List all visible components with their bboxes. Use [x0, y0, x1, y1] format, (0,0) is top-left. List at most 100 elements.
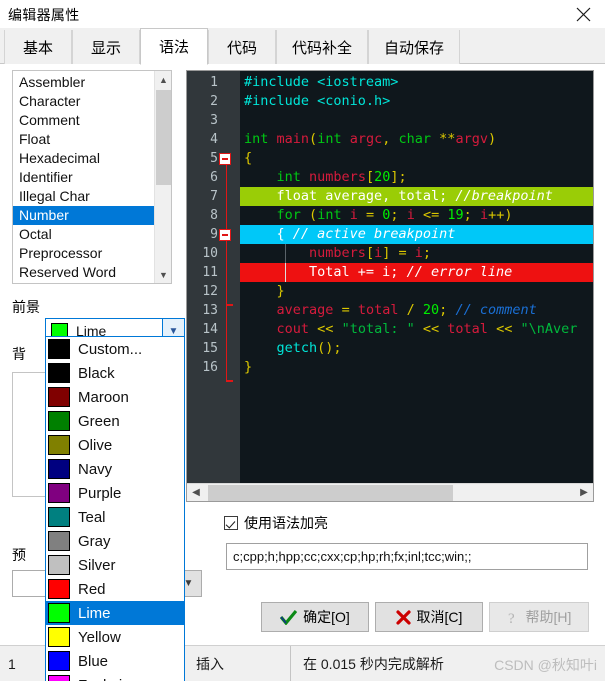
dropdown-item-red[interactable]: Red: [46, 577, 184, 601]
color-swatch-icon: [48, 627, 70, 647]
code-line-10: numbers[i] = i;: [240, 244, 593, 263]
scroll-down-icon[interactable]: ▼: [155, 266, 171, 283]
tab-autosave[interactable]: 自动保存: [368, 30, 460, 64]
dropdown-item-lime-selected[interactable]: Lime: [46, 601, 184, 625]
background-label: 背: [12, 346, 26, 362]
dropdown-item-blue[interactable]: Blue: [46, 649, 184, 673]
list-item[interactable]: Reserved Word: [13, 263, 155, 282]
list-item[interactable]: Octal: [13, 225, 155, 244]
dropdown-item-custom[interactable]: Custom...: [46, 337, 184, 361]
code-preview-editor[interactable]: 1 2 3 4 5 6 7 8 9 10 11 12 13 14 15 16 #…: [186, 70, 594, 502]
code-text-area[interactable]: #include <iostream> #include <conio.h> i…: [240, 71, 593, 483]
code-line-6: int numbers[20];: [276, 169, 407, 185]
cross-icon: [395, 609, 411, 625]
scrollbar-thumb[interactable]: [208, 484, 453, 501]
tab-basic[interactable]: 基本: [4, 30, 72, 64]
gutter-line: 12: [202, 284, 218, 299]
status-line-number: 1: [8, 655, 16, 672]
window-title: 编辑器属性: [8, 7, 80, 23]
dropdown-item-navy[interactable]: Navy: [46, 457, 184, 481]
list-item-selected[interactable]: Number: [13, 206, 155, 225]
list-item[interactable]: Identifier: [13, 168, 155, 187]
use-syntax-highlight-checkbox[interactable]: 使用语法加亮: [224, 513, 328, 533]
gutter-line: 9: [187, 225, 240, 244]
fold-collapse-icon[interactable]: [219, 229, 231, 241]
dropdown-item-silver[interactable]: Silver: [46, 553, 184, 577]
list-item[interactable]: Preprocessor: [13, 244, 155, 263]
dropdown-item-green[interactable]: Green: [46, 409, 184, 433]
scrollbar-thumb[interactable]: [156, 90, 171, 185]
dropdown-item-label: Green: [78, 412, 120, 430]
gutter-line: 16: [202, 360, 218, 375]
color-swatch-icon: [48, 363, 70, 383]
chevron-left-icon[interactable]: ◀: [187, 484, 205, 502]
scrollbar-track[interactable]: [205, 484, 575, 502]
tab-syntax[interactable]: 语法: [140, 28, 208, 65]
dropdown-item-purple[interactable]: Purple: [46, 481, 184, 505]
code-line-2: #include <conio.h>: [244, 93, 391, 109]
color-swatch-icon: [48, 603, 70, 623]
dropdown-item-maroon[interactable]: Maroon: [46, 385, 184, 409]
list-item[interactable]: Assembler: [13, 73, 155, 92]
code-line-4: int main(int argc, char **argv): [244, 131, 497, 147]
dropdown-item-label: Purple: [78, 484, 122, 502]
dropdown-item-label: Olive: [78, 436, 113, 454]
code-line-12: }: [276, 283, 285, 299]
color-dropdown-list[interactable]: Custom... Black Maroon Green Olive Navy …: [45, 336, 185, 681]
dropdown-item-fuchsia[interactable]: Fuchsia: [46, 673, 184, 681]
tab-display[interactable]: 显示: [72, 30, 140, 64]
dropdown-item-label: Gray: [78, 532, 111, 550]
scroll-up-icon[interactable]: ▲: [155, 71, 171, 88]
color-swatch-icon: [48, 459, 70, 479]
dropdown-item-label: Lime: [78, 604, 111, 622]
file-extensions-input[interactable]: c;cpp;h;hpp;cc;cxx;cp;hp;rh;fx;inl;tcc;w…: [226, 543, 588, 570]
cancel-button[interactable]: 取消[C]: [375, 602, 483, 632]
code-line-8: for (int i = 0; i <= 19; i++): [276, 207, 513, 223]
color-swatch-icon: [48, 435, 70, 455]
code-line-9-active-breakpoint: { // active breakpoint: [240, 225, 593, 244]
close-button[interactable]: [561, 0, 605, 28]
dropdown-item-gray[interactable]: Gray: [46, 529, 184, 553]
tab-completion[interactable]: 代码补全: [276, 30, 368, 64]
gutter-line: 10: [202, 246, 218, 261]
gutter-line: 13: [202, 303, 218, 318]
ok-button[interactable]: 确定[O]: [261, 602, 369, 632]
color-swatch-icon: [48, 483, 70, 503]
question-icon: ?: [507, 610, 520, 625]
gutter-line: 3: [210, 113, 218, 128]
fold-collapse-icon[interactable]: [219, 153, 231, 165]
code-line-15: getch();: [276, 340, 342, 356]
status-insert-mode: 插入: [196, 655, 224, 672]
dropdown-item-olive[interactable]: Olive: [46, 433, 184, 457]
tab-code[interactable]: 代码: [208, 30, 276, 64]
code-line-14: cout << "total: " << total << "\nAver: [276, 321, 578, 337]
dropdown-item-label: Teal: [78, 508, 106, 526]
code-line-11-error: Total += i; // error line: [240, 263, 593, 282]
dropdown-item-black[interactable]: Black: [46, 361, 184, 385]
listbox-scrollbar[interactable]: ▲ ▼: [154, 71, 171, 283]
syntax-element-listbox[interactable]: Assembler Character Comment Float Hexade…: [12, 70, 172, 284]
list-item[interactable]: Comment: [13, 111, 155, 130]
list-item[interactable]: Character: [13, 92, 155, 111]
chevron-right-icon[interactable]: ▶: [575, 484, 593, 502]
color-swatch-icon: [48, 555, 70, 575]
list-item[interactable]: Illegal Char: [13, 187, 155, 206]
dropdown-item-label: Custom...: [78, 340, 143, 358]
dropdown-item-label: Black: [78, 364, 115, 382]
preview-label: 预: [12, 547, 26, 563]
help-button: ? 帮助[H]: [489, 602, 589, 632]
list-item[interactable]: Float: [13, 130, 155, 149]
check-icon: [280, 609, 298, 625]
gutter-line: 8: [210, 208, 218, 223]
code-line-5: {: [244, 150, 253, 166]
list-item[interactable]: Hexadecimal: [13, 149, 155, 168]
dropdown-item-teal[interactable]: Teal: [46, 505, 184, 529]
editor-horizontal-scrollbar[interactable]: ◀ ▶: [187, 483, 593, 501]
dropdown-item-label: Navy: [78, 460, 113, 478]
checkbox-checked-icon[interactable]: [224, 516, 238, 530]
indent-guide: [285, 263, 286, 282]
dropdown-item-yellow[interactable]: Yellow: [46, 625, 184, 649]
color-swatch-icon: [48, 411, 70, 431]
title-bar: 编辑器属性: [0, 0, 605, 28]
color-swatch-icon: [48, 507, 70, 527]
